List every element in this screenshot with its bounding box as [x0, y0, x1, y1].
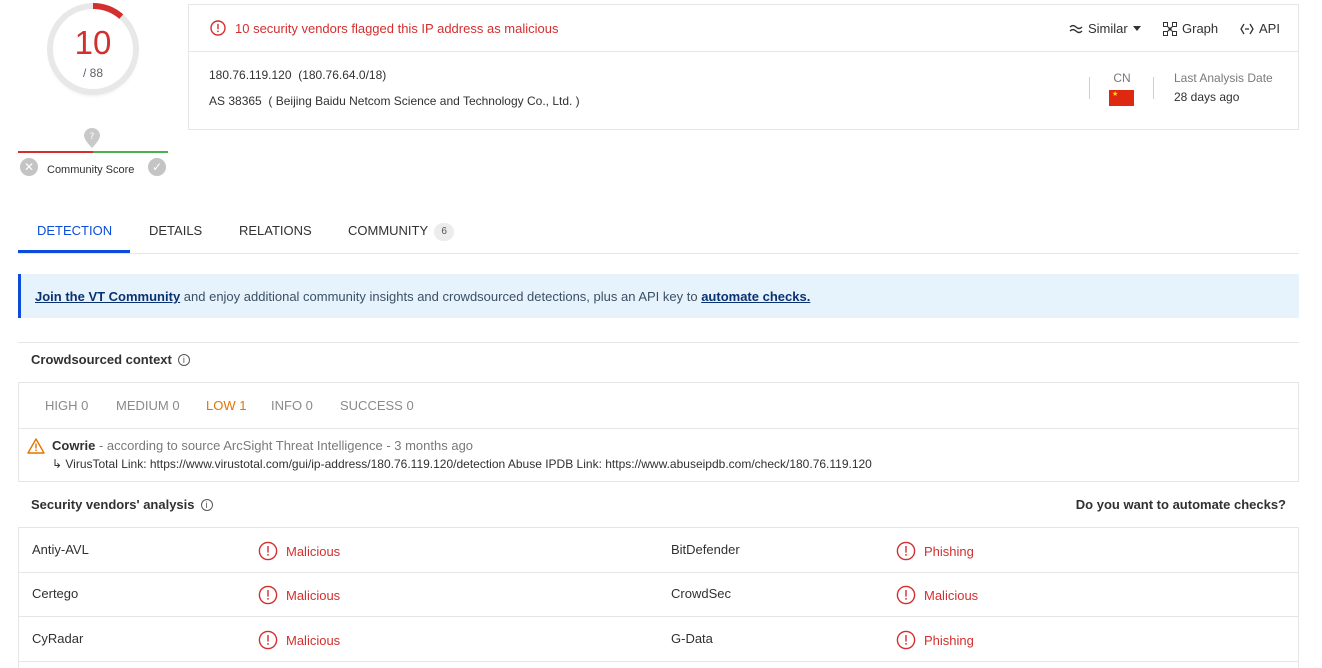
divider [1089, 77, 1090, 99]
china-flag-icon: ★ [1109, 90, 1134, 106]
alert-circle-icon [896, 630, 916, 650]
automate-checks-link[interactable]: automate checks. [701, 289, 810, 304]
info-icon[interactable]: i [177, 353, 190, 366]
tab-relations[interactable]: RELATIONS [239, 223, 312, 238]
vendor-verdict: Malicious [286, 543, 341, 559]
severity-filter-low[interactable]: LOW 1 [206, 398, 246, 413]
vendor-results-table: Antiy-AVL Malicious BitDefender Phishing… [18, 527, 1299, 668]
ip-summary-card: 10 security vendors flagged this IP addr… [188, 4, 1299, 130]
vendor-result: Phishing [896, 630, 974, 650]
vendor-result: Malicious [258, 630, 340, 650]
crowdsourced-entry-name: Cowrie [52, 438, 96, 453]
info-icon[interactable]: i [200, 498, 213, 511]
detection-score-gauge: 10 / 88 [44, 0, 142, 98]
warning-triangle-icon [27, 438, 45, 454]
vendor-name: BitDefender [671, 542, 740, 557]
country-code: CN [1113, 71, 1131, 85]
last-analysis-value: 28 days ago [1174, 90, 1240, 104]
api-label: API [1259, 21, 1280, 36]
table-row: Certego Malicious CrowdSec Malicious [19, 572, 1298, 617]
community-count-badge: 6 [434, 223, 455, 241]
vendor-name: Antiy-AVL [32, 542, 89, 557]
alert-circle-icon [896, 541, 916, 561]
active-tab-indicator [18, 250, 130, 253]
vendor-verdict: Phishing [924, 632, 974, 648]
alert-circle-icon [258, 585, 278, 605]
detection-count: 10 [74, 24, 112, 61]
community-score-label: Community Score [47, 164, 135, 176]
ip-address-line: 180.76.119.120 (180.76.64.0/18) [209, 68, 386, 82]
tab-bar: DETECTION DETAILS RELATIONS COMMUNITY 6 [18, 212, 1299, 254]
crowdsourced-context-title: Crowdsourced context [31, 352, 172, 367]
vendor-verdict: Malicious [286, 632, 341, 648]
as-line: AS 38365 ( Beijing Baidu Netcom Science … [209, 94, 580, 108]
detection-total: / 88 [82, 66, 103, 80]
crowdsourced-context-box: HIGH 0 MEDIUM 0 LOW 1 INFO 0 SUCCESS 0 C… [18, 382, 1299, 482]
ip-address[interactable]: 180.76.119.120 [209, 68, 292, 82]
crowdsourced-entry-detail: ↳ VirusTotal Link: https://www.virustota… [52, 457, 872, 471]
severity-filter-success[interactable]: SUCCESS 0 [340, 398, 414, 413]
vendor-name: CrowdSec [671, 586, 731, 601]
alert-circle-icon [210, 20, 226, 36]
api-button[interactable]: API [1240, 21, 1280, 36]
upvote-icon[interactable]: ✓ [148, 158, 166, 176]
vendor-result: Malicious [258, 541, 340, 561]
community-banner: Join the VT Community and enjoy addition… [18, 274, 1299, 318]
graph-button[interactable]: Graph [1163, 21, 1218, 36]
downvote-icon[interactable]: ✕ [20, 158, 38, 176]
security-vendors-title: Security vendors' analysis [31, 497, 195, 512]
vendor-result: Phishing [896, 541, 974, 561]
tab-community[interactable]: COMMUNITY 6 [348, 223, 455, 241]
as-owner: ( Beijing Baidu Netcom Science and Techn… [268, 94, 580, 108]
graph-icon [1163, 21, 1177, 36]
table-row: Antiy-AVL Malicious BitDefender Phishing [19, 528, 1298, 573]
alert-circle-icon [258, 541, 278, 561]
last-analysis-label: Last Analysis Date [1174, 71, 1273, 85]
vendor-verdict: Phishing [924, 543, 974, 559]
tab-community-label: COMMUNITY [348, 223, 429, 238]
vendor-verdict: Malicious [286, 587, 341, 603]
vendor-name: CyRadar [32, 631, 84, 646]
community-score: ? ✕ Community Score ✓ [18, 126, 168, 180]
join-community-link[interactable]: Join the VT Community [35, 289, 180, 304]
alert-circle-icon [258, 630, 278, 650]
vendor-result: Malicious [896, 585, 978, 605]
api-icon [1240, 23, 1254, 34]
vendor-name: Certego [32, 586, 79, 601]
severity-filter-info[interactable]: INFO 0 [271, 398, 313, 413]
ip-network: (180.76.64.0/18) [298, 68, 387, 82]
similar-icon [1069, 24, 1083, 33]
graph-label: Graph [1182, 21, 1219, 36]
automate-checks-prompt[interactable]: Do you want to automate checks? [1076, 497, 1286, 512]
similar-label: Similar [1088, 21, 1128, 36]
security-vendors-heading: Security vendors' analysis i [31, 497, 213, 512]
crowdsourced-context-heading: Crowdsourced context i [31, 352, 190, 367]
divider [18, 342, 1299, 343]
severity-filter-medium[interactable]: MEDIUM 0 [116, 398, 180, 413]
similar-button[interactable]: Similar [1069, 21, 1141, 36]
alert-header: 10 security vendors flagged this IP addr… [189, 5, 1298, 52]
crowdsourced-entry-title: Cowrie - according to source ArcSight Th… [52, 438, 473, 453]
table-row: CyRadar Malicious G-Data Phishing [19, 617, 1298, 662]
vendor-name: G-Data [671, 631, 713, 646]
alert-circle-icon [896, 585, 916, 605]
vendor-verdict: Malicious [924, 587, 979, 603]
tab-details[interactable]: DETAILS [149, 223, 202, 238]
banner-text: Join the VT Community and enjoy addition… [35, 289, 810, 304]
crowdsourced-entry-source: - according to source ArcSight Threat In… [95, 438, 474, 453]
community-score-marker-icon: ? [84, 128, 100, 148]
vendor-result: Malicious [258, 585, 340, 605]
divider [19, 428, 1298, 429]
malicious-alert-text: 10 security vendors flagged this IP addr… [235, 21, 559, 36]
banner-middle-text: and enjoy additional community insights … [180, 289, 702, 304]
divider [1153, 77, 1154, 99]
svg-text:?: ? [90, 132, 95, 142]
severity-filter-high[interactable]: HIGH 0 [45, 398, 88, 413]
chevron-down-icon [1132, 26, 1141, 31]
asn: AS 38365 [209, 94, 262, 108]
community-score-bar [18, 151, 168, 153]
tab-detection[interactable]: DETECTION [37, 223, 112, 238]
